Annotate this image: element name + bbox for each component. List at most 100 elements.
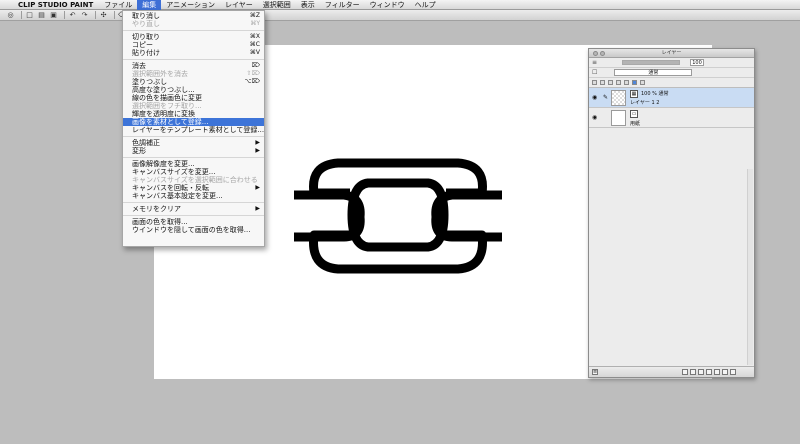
menu-item-paste[interactable]: 貼り付け ⌘V [123,49,264,57]
panel-menu-icon[interactable]: ≡ [592,59,597,66]
menu-item-register-material[interactable]: 画像を素材として登録... [123,118,264,126]
menu-item-label: 貼り付け [132,49,160,57]
close-icon[interactable] [593,51,598,56]
menu-item-clear-memory[interactable]: メモリをクリア ▶ [123,205,264,213]
save-icon[interactable]: ▣ [49,11,58,19]
menu-item-tonal-correction[interactable]: 色調補正 ▶ [123,139,264,147]
menu-item-label: 線の色を描画色に変更 [132,94,202,102]
shortcut-label: ⌘C [249,41,260,48]
toolbar-divider [21,11,22,19]
menu-item-fit-canvas: キャンバスサイズを選択範囲に合わせる [123,176,264,184]
menu-window[interactable]: ウィンドウ [365,0,410,10]
new-vector-layer-icon[interactable] [690,369,696,375]
menu-item-copy[interactable]: コピー ⌘C [123,41,264,49]
menu-filter[interactable]: フィルター [320,0,365,10]
menu-item-cut[interactable]: 切り取り ⌘X [123,33,264,41]
menu-item-label: やり直し [132,20,160,28]
checkbox-icon[interactable]: ☐ [592,69,597,76]
opacity-slider-fill [623,61,680,64]
visibility-eye-icon[interactable]: ◉ [592,94,597,101]
menu-separator [123,215,264,216]
command-bar: ◎ □ ▤ ▣ ↶ ↷ ✣ ⌫ [0,10,800,21]
opacity-slider[interactable] [622,60,681,65]
opacity-value[interactable]: 100 [690,59,705,66]
layer-panel-scrollbar[interactable] [747,169,753,365]
transform-icon[interactable]: ✣ [99,11,108,19]
menu-separator [123,30,264,31]
transfer-down-icon[interactable] [706,369,712,375]
menu-item-undo[interactable]: 取り消し ⌘Z [123,12,264,20]
layer-name: レイヤー 1 2 [630,100,660,106]
blend-row: ☐ 通常 [589,68,754,78]
menu-item-canvas-settings[interactable]: キャンバス基本設定を変更... [123,192,264,200]
menu-item-label: キャンバスサイズを選択範囲に合わせる [132,176,258,184]
shortcut-label: ⌘Y [250,20,260,27]
draft-layer-icon[interactable] [624,80,629,85]
blend-mode-select[interactable]: 通常 [614,69,693,76]
layer-row[interactable]: ◉ ▭ 用紙 [589,108,754,128]
menu-bar: CLIP STUDIO PAINT ファイル 編集 アニメーション レイヤー 選… [0,0,800,10]
menu-item-label: ウインドウを隠して画面の色を取得... [132,226,251,234]
menu-item-transform[interactable]: 変形 ▶ [123,147,264,155]
menu-item-label: コピー [132,41,153,49]
menu-separator [123,59,264,60]
menu-layer[interactable]: レイヤー [220,0,258,10]
menu-item-pick-screen-color[interactable]: 画面の色を取得... [123,218,264,226]
menu-item-label: 選択範囲外を消去 [132,70,188,78]
undo-icon[interactable]: ↶ [68,11,77,19]
trash-icon[interactable] [730,369,736,375]
reference-layer-icon[interactable] [616,80,621,85]
menu-item-label: キャンバスサイズを変更... [132,168,216,176]
redo-icon[interactable]: ↷ [80,11,89,19]
layer-color-icon[interactable] [632,80,637,85]
menu-item-register-template[interactable]: レイヤーをテンプレート素材として登録... [123,126,264,134]
menu-item-fill[interactable]: 塗りつぶし ⌥⌦ [123,78,264,86]
menu-help[interactable]: ヘルプ [410,0,441,10]
new-raster-layer-icon[interactable] [682,369,688,375]
toolbar-divider [95,11,96,19]
menu-view[interactable]: 表示 [296,0,320,10]
layer-row[interactable]: ◉ ✎ ▦ 100 % 通常 レイヤー 1 2 [589,88,754,108]
menu-item-label: レイヤーをテンプレート素材として登録... [132,126,265,134]
layer-panel-titlebar[interactable]: レイヤー [589,49,754,58]
list-view-icon[interactable]: ≡ [592,369,598,375]
menu-animation[interactable]: アニメーション [161,0,220,10]
menu-edit[interactable]: 編集 [137,0,162,10]
menu-item-advanced-fill[interactable]: 高度な塗りつぶし... [123,86,264,94]
shortcut-label: ⌥⌦ [244,78,260,85]
open-file-icon[interactable]: ▤ [37,11,46,19]
minimize-icon[interactable] [600,51,605,56]
clip-layer-icon[interactable] [608,80,613,85]
menu-item-clear[interactable]: 消去 ⌦ [123,62,264,70]
window-controls [593,51,607,56]
visibility-eye-icon[interactable]: ◉ [592,114,597,121]
menu-separator [123,157,264,158]
menu-selection[interactable]: 選択範囲 [258,0,296,10]
menu-app-name[interactable]: CLIP STUDIO PAINT [14,0,99,10]
menu-item-canvas-size[interactable]: キャンバスサイズを変更... [123,168,264,176]
layer-tools-row [589,78,754,88]
mask-add-icon[interactable] [722,369,728,375]
menu-item-change-line-color[interactable]: 線の色を描画色に変更 [123,94,264,102]
menu-item-stroke-selection: 選択範囲をフチ取り... [123,102,264,110]
shortcut-label: ⌘V [249,49,260,56]
mask-icon[interactable] [640,80,645,85]
paper-thumbnail [611,110,626,126]
menu-file[interactable]: ファイル [99,0,137,10]
shortcut-label: ⌘X [249,33,260,40]
combine-down-icon[interactable] [714,369,720,375]
clip-studio-icon[interactable]: ◎ [6,11,15,19]
menu-item-redo: やり直し ⌘Y [123,20,264,28]
lock-layer-icon[interactable] [600,80,605,85]
menu-item-change-resolution[interactable]: 画像解像度を変更... [123,160,264,168]
new-folder-icon[interactable] [698,369,704,375]
new-file-icon[interactable]: □ [25,11,34,19]
menu-item-label: 消去 [132,62,146,70]
menu-item-label: 画面の色を取得... [132,218,188,226]
menu-item-luminance-to-opacity[interactable]: 輝度を透明度に変換 [123,110,264,118]
pen-icon[interactable]: ✎ [603,94,608,101]
lock-transparent-icon[interactable] [592,80,597,85]
menu-item-rotate-canvas[interactable]: キャンバスを回転・反転 ▶ [123,184,264,192]
menu-item-hide-window-pick-color[interactable]: ウインドウを隠して画面の色を取得... [123,226,264,234]
layer-thumbnail [611,90,626,106]
